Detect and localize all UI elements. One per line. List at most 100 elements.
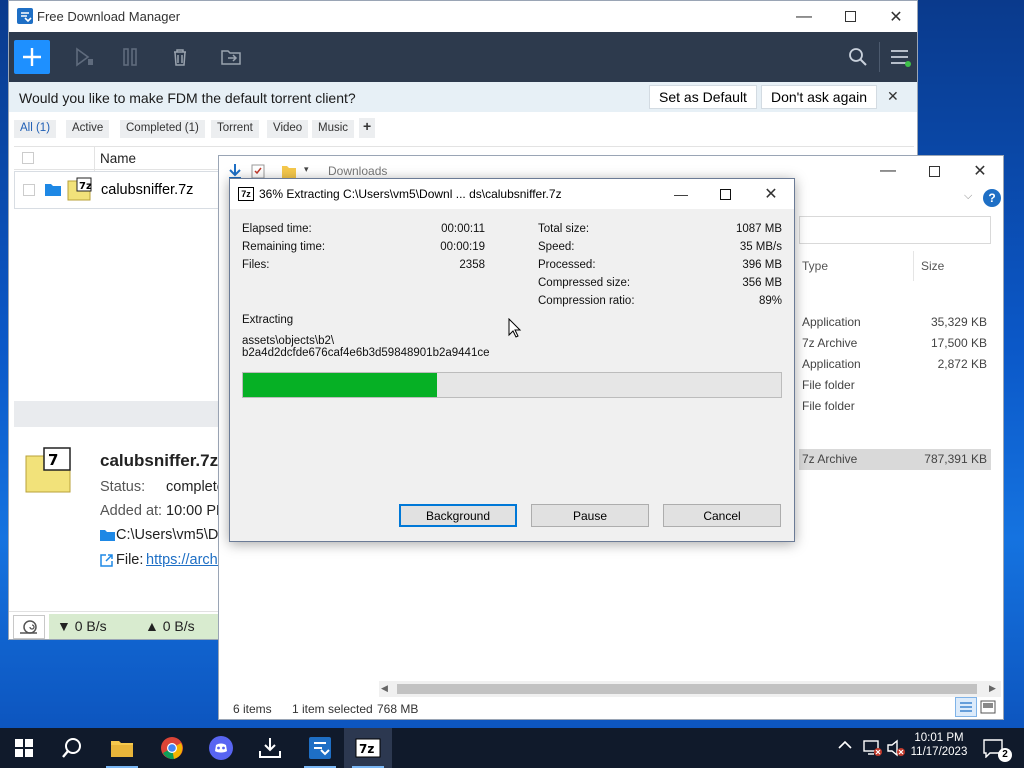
delete-icon[interactable] [163, 41, 197, 73]
explorer-column-header: Type Size [799, 251, 993, 281]
filter-video[interactable]: Video [267, 120, 309, 138]
file-size: 2,872 KB [937, 357, 987, 371]
filter-tabs: All (1) Active Completed (1) Torrent Vid… [9, 112, 917, 146]
file-size: 35,329 KB [930, 315, 987, 329]
select-all-checkbox[interactable] [22, 152, 34, 164]
banner-close-icon[interactable]: ✕ [887, 88, 899, 105]
discord-icon[interactable] [197, 728, 245, 768]
download-speed: ▼ 0 B/s [57, 618, 107, 634]
fdm-titlebar[interactable]: Free Download Manager — ✕ [9, 1, 917, 32]
add-filter-button[interactable]: + [359, 118, 376, 138]
file-explorer-icon[interactable] [98, 728, 146, 768]
toolbar-divider [879, 42, 880, 72]
background-button[interactable]: Background [399, 504, 517, 527]
clock-time: 10:01 PM [914, 732, 964, 744]
downloads-icon[interactable] [246, 728, 294, 768]
resume-icon[interactable] [67, 41, 101, 73]
set-as-default-button[interactable]: Set as Default [649, 85, 757, 109]
taskbar: 7z 10:01 PM 11/17/2023 2 [0, 728, 1024, 768]
filter-all[interactable]: All (1) [14, 120, 57, 138]
scroll-left-icon[interactable]: ◀ [381, 683, 388, 694]
svg-text:7z: 7z [79, 181, 92, 192]
file-row[interactable]: File folder [799, 396, 991, 417]
elapsed-time-value: 00:00:11 [441, 223, 485, 235]
elapsed-time-label: Elapsed time: [242, 223, 312, 235]
filter-torrent[interactable]: Torrent [211, 120, 259, 138]
extraction-progress-bar [242, 372, 782, 398]
explorer-selection-size: 768 MB [377, 702, 419, 716]
folder-path-icon [100, 529, 115, 541]
fdm-minimize-button[interactable]: — [781, 1, 827, 32]
help-icon[interactable]: ? [983, 189, 1001, 207]
total-size-label: Total size: [538, 223, 590, 235]
column-size[interactable]: Size [921, 259, 944, 273]
file-row[interactable]: 7z Archive 17,500 KB [799, 333, 991, 354]
folder-icon[interactable] [44, 182, 62, 197]
remaining-time-value: 00:00:19 [440, 241, 485, 253]
new-folder-icon[interactable] [281, 163, 297, 179]
compressed-size-value: 356 MB [742, 277, 782, 289]
pause-icon[interactable] [115, 41, 149, 73]
fdm-close-button[interactable]: ✕ [873, 1, 917, 32]
external-link-icon [100, 554, 113, 567]
explorer-maximize-button[interactable] [911, 156, 957, 186]
search-icon[interactable] [48, 728, 96, 768]
properties-icon[interactable] [251, 163, 265, 179]
search-icon[interactable] [841, 41, 875, 73]
processed-label: Processed: [538, 259, 596, 271]
show-hidden-icons-chevron[interactable] [838, 740, 852, 750]
cancel-button[interactable]: Cancel [663, 504, 781, 527]
fdm-taskbar-icon[interactable] [296, 728, 344, 768]
scroll-right-icon[interactable]: ▶ [989, 683, 996, 694]
chrome-icon[interactable] [148, 728, 196, 768]
start-button[interactable] [0, 728, 48, 768]
horizontal-scrollbar[interactable]: ◀ ▶ [379, 681, 1001, 697]
file-row[interactable]: File folder [799, 375, 991, 396]
ribbon-expand-icon[interactable]: ⌵ [964, 190, 972, 203]
speed-label: Speed: [538, 241, 575, 253]
large-icons-view-icon[interactable] [979, 698, 997, 716]
clock[interactable]: 10:01 PM 11/17/2023 [908, 732, 970, 758]
network-icon[interactable] [862, 739, 882, 757]
dont-ask-again-button[interactable]: Don't ask again [761, 85, 878, 109]
file-row-selected[interactable]: 7z Archive 787,391 KB [799, 449, 991, 470]
details-file-link[interactable]: https://archiv [146, 552, 228, 568]
file-size: 17,500 KB [930, 336, 987, 350]
column-divider [94, 147, 95, 171]
7zip-titlebar[interactable]: 7z 36% Extracting C:\Users\vm5\Downl ...… [230, 179, 794, 209]
snail-icon[interactable] [13, 615, 45, 639]
explorer-close-button[interactable]: ✕ [957, 156, 1003, 186]
filter-music[interactable]: Music [312, 120, 355, 138]
fdm-maximize-button[interactable] [827, 1, 873, 32]
speed-value: 35 MB/s [739, 241, 782, 253]
column-name[interactable]: Name [100, 151, 136, 166]
file-type: Application [802, 357, 861, 371]
volume-muted-icon[interactable] [886, 739, 906, 757]
remaining-time-label: Remaining time: [242, 241, 326, 253]
file-row[interactable]: Application 2,872 KB [799, 354, 991, 375]
menu-icon[interactable] [883, 41, 917, 73]
compression-ratio-label: Compression ratio: [538, 295, 635, 307]
action-label: Extracting [242, 314, 294, 326]
7zip-title: 36% Extracting C:\Users\vm5\Downl ... ds… [259, 187, 562, 201]
search-box[interactable] [799, 216, 991, 244]
details-status-label: Status: [100, 479, 146, 495]
current-file-path-line1: assets\objects\b2\ [242, 335, 335, 347]
details-file-label: File: [116, 552, 144, 568]
pause-button[interactable]: Pause [531, 504, 649, 527]
filter-active[interactable]: Active [66, 120, 110, 138]
quick-access-dropdown[interactable]: ▾ [304, 164, 309, 175]
filter-completed[interactable]: Completed (1) [120, 120, 205, 138]
7zip-taskbar-icon[interactable]: 7z [344, 728, 392, 768]
7zip-close-button[interactable]: ✕ [748, 179, 794, 209]
row-checkbox[interactable] [23, 184, 35, 196]
details-view-icon[interactable] [955, 697, 977, 717]
add-download-button[interactable] [14, 40, 50, 74]
7zip-minimize-button[interactable]: — [658, 179, 704, 209]
file-row[interactable]: Application 35,329 KB [799, 312, 991, 333]
explorer-minimize-button[interactable]: — [865, 156, 911, 186]
move-to-folder-icon[interactable] [214, 41, 248, 73]
column-type[interactable]: Type [802, 259, 828, 273]
scrollbar-thumb[interactable] [397, 684, 977, 694]
7zip-maximize-button[interactable] [702, 179, 748, 209]
